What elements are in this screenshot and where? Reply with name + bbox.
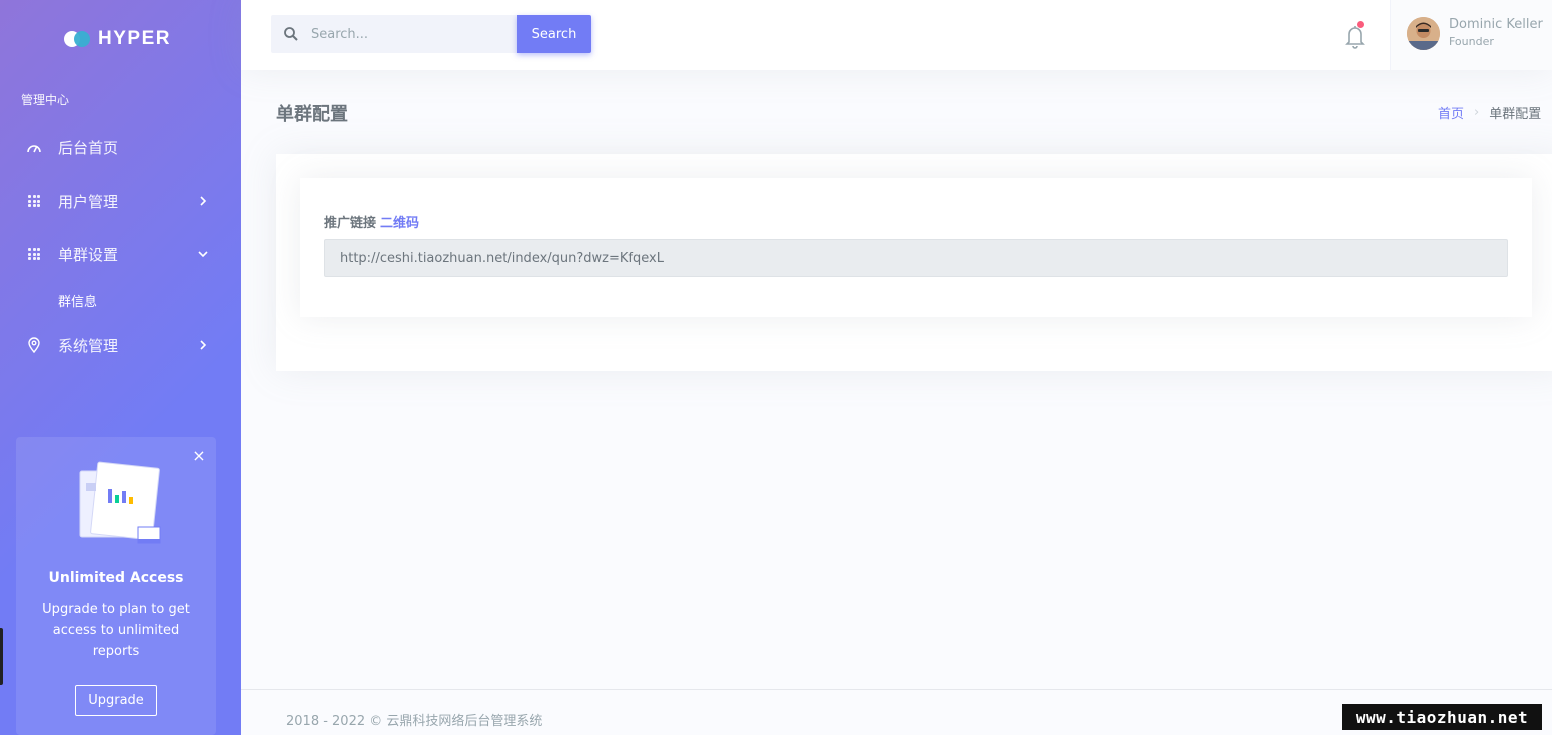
config-card: 推广链接 二维码 bbox=[276, 154, 1552, 371]
chevron-right-icon: › bbox=[1474, 105, 1480, 120]
upgrade-button[interactable]: Upgrade bbox=[75, 685, 157, 716]
sidebar-item-label: 后台首页 bbox=[58, 138, 119, 157]
user-role: Founder bbox=[1449, 35, 1494, 48]
promo-link-field[interactable] bbox=[324, 239, 1508, 277]
search-button[interactable]: Search bbox=[517, 15, 591, 53]
sidebar-item-system[interactable]: 系统管理 bbox=[0, 325, 241, 365]
left-sidebar: HYPER 管理中心 后台首页 用户管理 单群设置 群信息 系统管理 × Unl… bbox=[0, 0, 241, 735]
report-illustration-icon bbox=[79, 461, 161, 544]
search-input[interactable] bbox=[311, 15, 511, 53]
dashboard-gauge-icon bbox=[26, 139, 42, 155]
sidebar-subitem-group-info[interactable]: 群信息 bbox=[58, 291, 97, 310]
breadcrumb-current: 单群配置 bbox=[1489, 107, 1542, 122]
sidebar-item-dashboard[interactable]: 后台首页 bbox=[0, 127, 241, 167]
promo-text: Upgrade to plan to get access to unlimit… bbox=[42, 602, 190, 659]
promo-link-label-text: 推广链接 bbox=[324, 216, 377, 231]
apps-grid-icon bbox=[26, 246, 42, 262]
apps-grid-icon bbox=[26, 193, 42, 209]
promo-link-card: 推广链接 二维码 bbox=[300, 178, 1532, 317]
chevron-right-icon bbox=[196, 194, 210, 208]
search-box bbox=[271, 15, 517, 53]
chevron-right-icon bbox=[196, 338, 210, 352]
edge-handle bbox=[0, 628, 3, 685]
location-pin-icon bbox=[26, 337, 42, 353]
sidebar-item-users[interactable]: 用户管理 bbox=[0, 181, 241, 221]
qr-code-link[interactable]: 二维码 bbox=[380, 216, 419, 231]
topbar: Search Dominic Keller Founder bbox=[241, 0, 1552, 70]
user-menu[interactable]: Dominic Keller Founder bbox=[1390, 0, 1552, 70]
menu-section-title: 管理中心 bbox=[21, 93, 70, 107]
logo-text: HYPER bbox=[98, 28, 171, 49]
notification-button[interactable] bbox=[1341, 20, 1369, 50]
sidebar-item-label: 系统管理 bbox=[58, 336, 119, 355]
page-title: 单群配置 bbox=[276, 104, 348, 125]
close-icon[interactable]: × bbox=[192, 448, 206, 464]
breadcrumb-home[interactable]: 首页 bbox=[1438, 103, 1464, 122]
promo-link-label: 推广链接 二维码 bbox=[324, 212, 419, 231]
promo-title: Unlimited Access bbox=[48, 570, 184, 586]
user-name: Dominic Keller bbox=[1449, 17, 1543, 32]
avatar bbox=[1407, 17, 1440, 50]
app-logo[interactable]: HYPER bbox=[64, 28, 171, 50]
sidebar-item-group-settings[interactable]: 单群设置 bbox=[0, 234, 241, 274]
bell-icon bbox=[1345, 26, 1365, 49]
breadcrumb: 首页 › 单群配置 bbox=[1438, 103, 1541, 122]
sidebar-item-label: 用户管理 bbox=[58, 192, 119, 211]
sidebar-item-label: 单群设置 bbox=[58, 245, 119, 264]
search-icon bbox=[284, 27, 298, 41]
logo-mark-icon bbox=[64, 30, 92, 48]
footer-copyright: 2018 - 2022 © 云鼎科技网络后台管理系统 bbox=[286, 714, 543, 729]
site-watermark: www.tiaozhuan.net bbox=[1342, 704, 1542, 730]
upgrade-promo-card: × Unlimited Access Upgrade to plan to ge… bbox=[16, 437, 216, 735]
chevron-down-icon bbox=[196, 247, 210, 261]
notification-badge bbox=[1357, 21, 1364, 28]
